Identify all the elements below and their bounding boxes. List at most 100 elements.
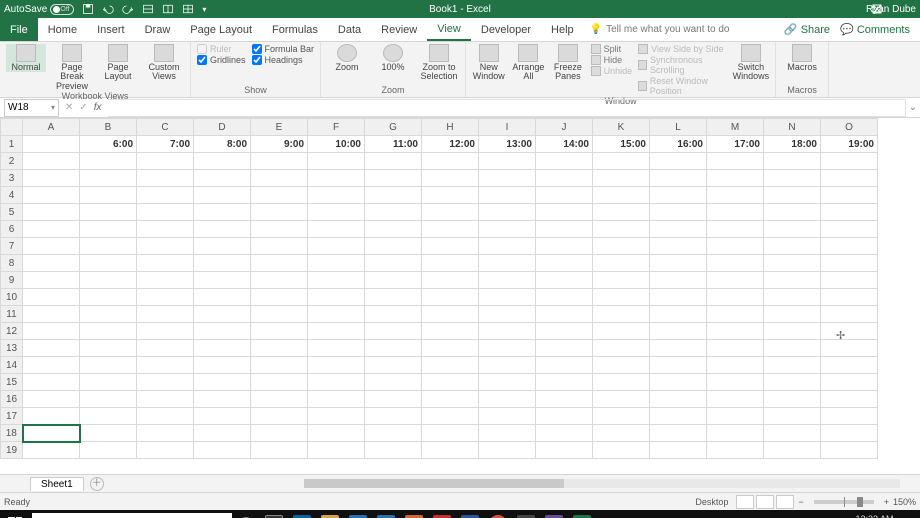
taskbar-app-store[interactable] xyxy=(344,510,372,518)
cell[interactable] xyxy=(707,391,764,408)
tab-page-layout[interactable]: Page Layout xyxy=(180,18,262,41)
display-settings[interactable]: Desktop xyxy=(695,497,728,507)
cell[interactable] xyxy=(764,272,821,289)
cell[interactable] xyxy=(821,272,878,289)
cell[interactable] xyxy=(23,289,80,306)
cell[interactable]: 13:00 xyxy=(479,136,536,153)
cell[interactable] xyxy=(764,357,821,374)
col-header[interactable]: L xyxy=(650,119,707,136)
zoom-slider[interactable] xyxy=(814,500,874,504)
cell[interactable]: 15:00 xyxy=(593,136,650,153)
unhide-button[interactable]: Unhide xyxy=(591,66,633,76)
cell[interactable] xyxy=(251,306,308,323)
cell[interactable] xyxy=(479,340,536,357)
macros-button[interactable]: Macros xyxy=(782,44,822,72)
cell[interactable] xyxy=(650,306,707,323)
cell[interactable] xyxy=(479,442,536,459)
comments-button[interactable]: 💬 Comments xyxy=(840,23,910,36)
cell[interactable] xyxy=(707,255,764,272)
cell[interactable] xyxy=(422,255,479,272)
cell[interactable] xyxy=(308,204,365,221)
cell[interactable] xyxy=(593,425,650,442)
col-header[interactable]: E xyxy=(251,119,308,136)
cell[interactable]: 6:00 xyxy=(80,136,137,153)
row-header[interactable]: 15 xyxy=(1,374,23,391)
cell[interactable] xyxy=(707,442,764,459)
cell[interactable]: 14:00 xyxy=(536,136,593,153)
cell[interactable] xyxy=(422,425,479,442)
cell[interactable] xyxy=(23,187,80,204)
qat-icon-1[interactable] xyxy=(138,0,158,18)
cell[interactable] xyxy=(536,408,593,425)
ruler-checkbox[interactable]: Ruler xyxy=(197,44,246,54)
cell[interactable] xyxy=(137,153,194,170)
cell[interactable] xyxy=(707,187,764,204)
cell[interactable] xyxy=(194,272,251,289)
tab-data[interactable]: Data xyxy=(328,18,371,41)
cell[interactable] xyxy=(23,136,80,153)
cell[interactable] xyxy=(707,272,764,289)
cell[interactable] xyxy=(194,425,251,442)
cell[interactable] xyxy=(479,255,536,272)
taskbar-app-generic4[interactable] xyxy=(540,510,568,518)
cell[interactable] xyxy=(308,238,365,255)
cell[interactable] xyxy=(764,340,821,357)
cell[interactable] xyxy=(764,289,821,306)
cell[interactable] xyxy=(593,255,650,272)
cell[interactable] xyxy=(194,408,251,425)
cell[interactable] xyxy=(821,238,878,255)
add-sheet-button[interactable]: ＋ xyxy=(90,477,104,491)
cell[interactable] xyxy=(80,357,137,374)
arrange-all-button[interactable]: Arrange All xyxy=(512,44,546,82)
cell[interactable] xyxy=(365,306,422,323)
cell[interactable]: 16:00 xyxy=(650,136,707,153)
cell[interactable] xyxy=(23,204,80,221)
cell[interactable] xyxy=(308,255,365,272)
cell[interactable] xyxy=(650,272,707,289)
cell[interactable] xyxy=(764,170,821,187)
row-header[interactable]: 12 xyxy=(1,323,23,340)
cell[interactable] xyxy=(422,170,479,187)
cell[interactable] xyxy=(365,408,422,425)
cortana-icon[interactable] xyxy=(232,510,260,518)
tab-help[interactable]: Help xyxy=(541,18,584,41)
cell[interactable] xyxy=(194,323,251,340)
cell[interactable] xyxy=(23,357,80,374)
cell[interactable] xyxy=(593,221,650,238)
cell[interactable] xyxy=(194,306,251,323)
cell[interactable] xyxy=(194,442,251,459)
cell[interactable] xyxy=(593,153,650,170)
cell[interactable] xyxy=(536,153,593,170)
cell[interactable] xyxy=(707,221,764,238)
cell[interactable] xyxy=(80,204,137,221)
cell[interactable] xyxy=(23,425,80,442)
cell[interactable] xyxy=(194,289,251,306)
cell[interactable] xyxy=(422,187,479,204)
row-header[interactable]: 8 xyxy=(1,255,23,272)
cell[interactable] xyxy=(707,153,764,170)
cell[interactable] xyxy=(422,204,479,221)
tab-developer[interactable]: Developer xyxy=(471,18,541,41)
cell[interactable] xyxy=(23,170,80,187)
cell[interactable] xyxy=(764,221,821,238)
cancel-formula-icon[interactable]: ✕ xyxy=(65,102,73,113)
cell[interactable] xyxy=(764,408,821,425)
cell[interactable] xyxy=(365,187,422,204)
cell[interactable] xyxy=(593,357,650,374)
cell[interactable] xyxy=(422,306,479,323)
cell[interactable] xyxy=(536,255,593,272)
cell[interactable] xyxy=(308,170,365,187)
normal-view-button[interactable]: Normal xyxy=(6,44,46,72)
reset-window-button[interactable]: Reset Window Position xyxy=(638,76,726,96)
cell[interactable] xyxy=(707,306,764,323)
cell[interactable] xyxy=(194,340,251,357)
cell[interactable] xyxy=(80,425,137,442)
col-header[interactable]: O xyxy=(821,119,878,136)
zoom-100-button[interactable]: 100% xyxy=(373,44,413,72)
row-header[interactable]: 16 xyxy=(1,391,23,408)
zoom-to-selection-button[interactable]: Zoom to Selection xyxy=(419,44,459,82)
cell[interactable] xyxy=(650,289,707,306)
cell[interactable] xyxy=(593,204,650,221)
cell[interactable] xyxy=(479,204,536,221)
tab-home[interactable]: Home xyxy=(38,18,87,41)
